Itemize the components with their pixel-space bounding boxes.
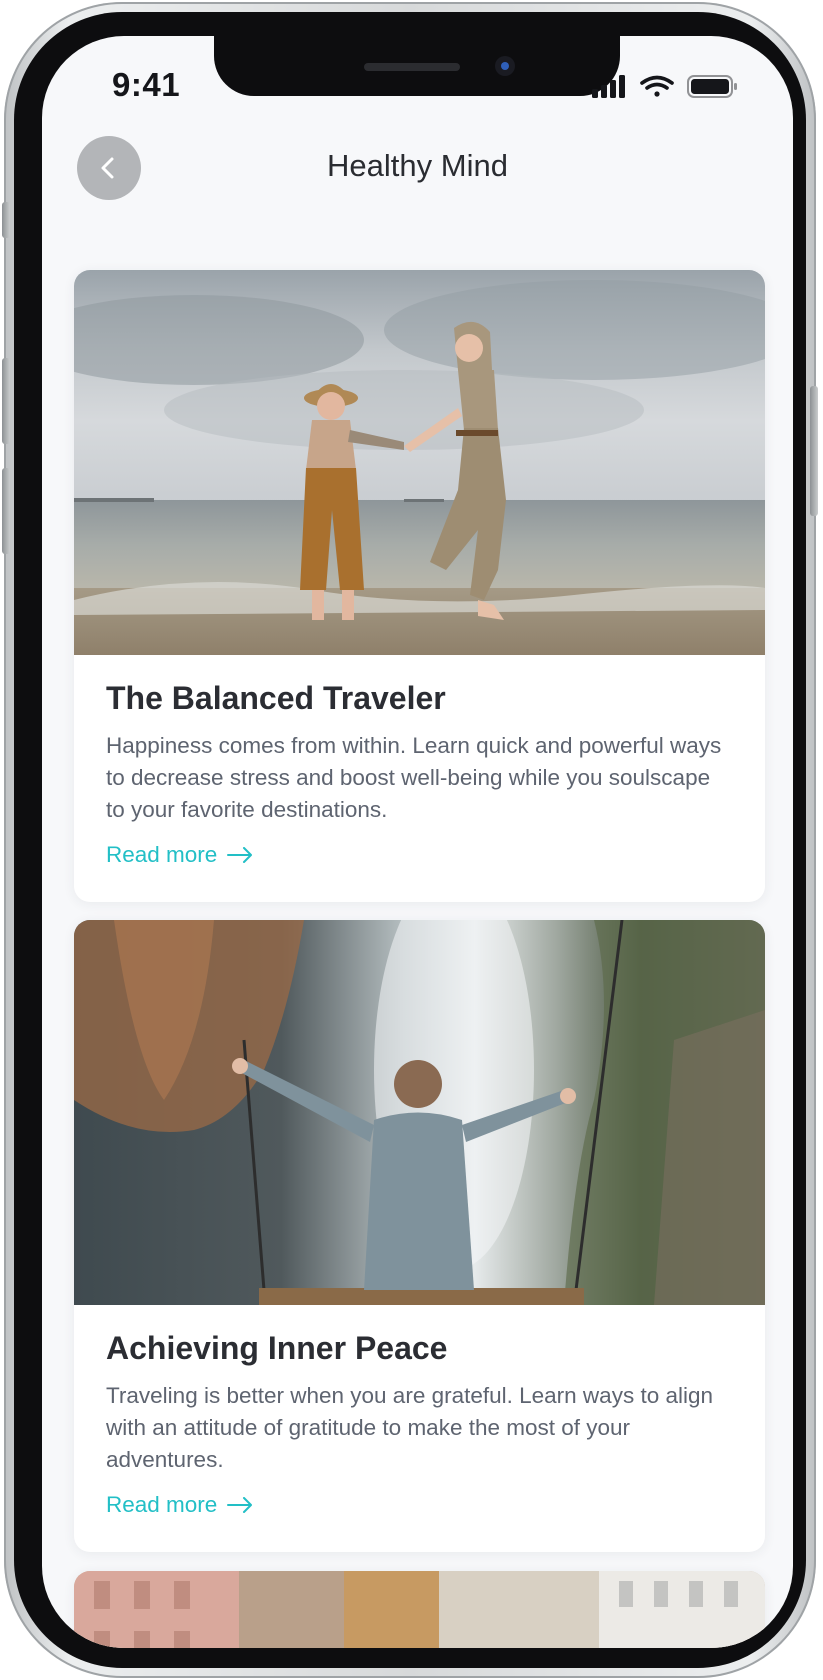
article-description: Traveling is better when you are gratefu… bbox=[106, 1383, 713, 1473]
phone-frame: 9:41 Healthy Mind The Balanced Traveler … bbox=[2, 2, 818, 1678]
card-body: The Balanced Traveler Happiness comes fr… bbox=[74, 655, 765, 868]
article-image-waterfall bbox=[74, 920, 765, 1305]
article-card[interactable]: The Balanced Traveler Happiness comes fr… bbox=[74, 270, 765, 902]
waterfall-scene bbox=[74, 920, 765, 1305]
arrow-right-icon bbox=[227, 1497, 253, 1514]
battery-icon bbox=[687, 75, 737, 98]
read-more-link[interactable]: Read more bbox=[106, 842, 253, 868]
side-button-mute bbox=[2, 202, 10, 238]
article-image-city bbox=[74, 1571, 765, 1648]
city-scene bbox=[74, 1571, 765, 1648]
article-description: Happiness comes from within. Learn quick… bbox=[106, 733, 722, 823]
wifi-icon bbox=[640, 75, 674, 97]
status-time: 9:41 bbox=[112, 66, 181, 103]
article-title: Achieving Inner Peace bbox=[106, 1330, 448, 1366]
screen: 9:41 Healthy Mind The Balanced Traveler … bbox=[42, 36, 793, 1648]
read-more-link[interactable]: Read more bbox=[106, 1492, 253, 1518]
signal-icon bbox=[592, 75, 625, 98]
status-icons bbox=[592, 74, 742, 98]
article-card[interactable]: Achieving Inner Peace Traveling is bette… bbox=[74, 920, 765, 1552]
side-button-volume-down bbox=[2, 468, 10, 554]
article-image-beach bbox=[74, 270, 765, 655]
speaker-grille bbox=[364, 63, 460, 71]
side-button-power bbox=[810, 386, 818, 516]
status-icons-svg bbox=[592, 75, 737, 98]
front-camera bbox=[495, 56, 515, 76]
article-title: The Balanced Traveler bbox=[106, 680, 446, 716]
article-card[interactable] bbox=[74, 1571, 765, 1648]
read-more-label: Read more bbox=[106, 842, 218, 868]
side-button-volume-up bbox=[2, 358, 10, 444]
read-more-label: Read more bbox=[106, 1492, 218, 1518]
page-title: Healthy Mind bbox=[327, 148, 508, 183]
arrow-right-icon bbox=[227, 847, 253, 864]
card-body: Achieving Inner Peace Traveling is bette… bbox=[74, 1305, 765, 1518]
notch bbox=[214, 36, 620, 96]
beach-scene bbox=[74, 280, 765, 620]
